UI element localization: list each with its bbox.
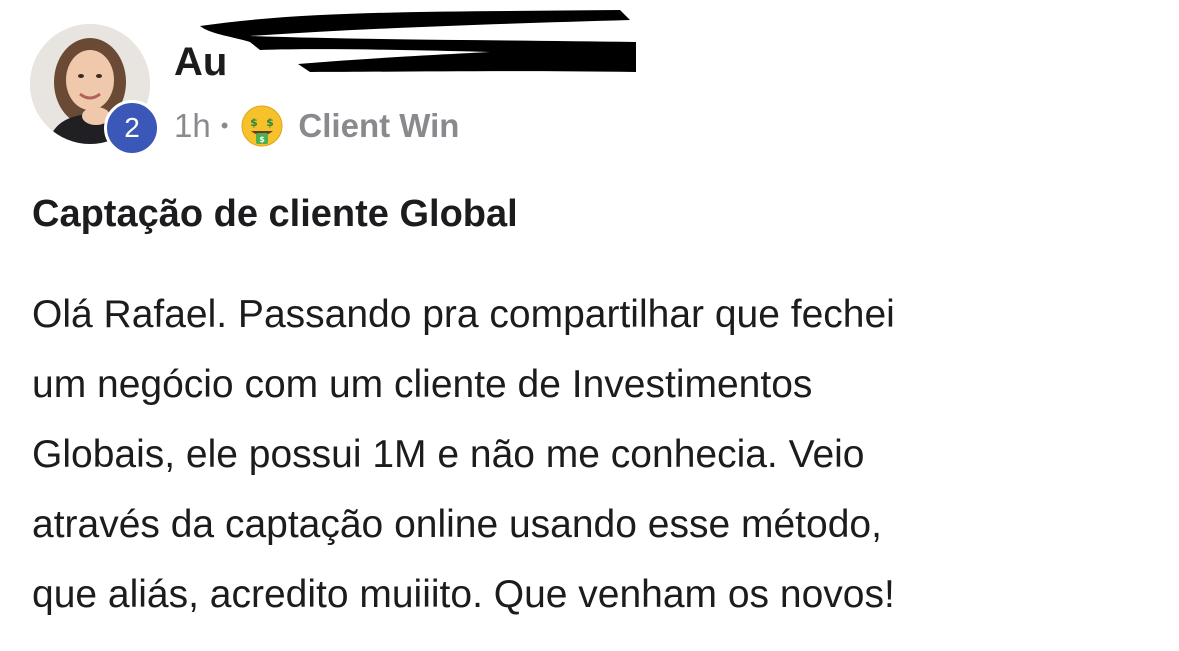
svg-text:$: $	[267, 116, 275, 129]
post-body-line: através da captação online usando esse m…	[32, 503, 882, 546]
post-body-line: que aliás, acredito muiiito. Que venham …	[32, 573, 895, 616]
money-mouth-face-icon: $ $ $	[241, 105, 283, 147]
level-badge: 2	[104, 100, 160, 156]
post-body-line: um negócio com um cliente de Investiment…	[32, 363, 813, 406]
post-title: Captação de cliente Global	[32, 193, 518, 235]
svg-text:$: $	[260, 135, 266, 144]
redaction-scribble	[200, 10, 636, 72]
post-category[interactable]: Client Win	[298, 107, 459, 145]
meta-separator: •	[220, 113, 229, 138]
post-time[interactable]: 1h	[174, 107, 211, 145]
post-body-line: Olá Rafael. Passando pra compartilhar qu…	[32, 293, 895, 336]
post-body-line: Globais, ele possui 1M e não me conhecia…	[32, 433, 865, 476]
post-body: Olá Rafael. Passando pra compartilhar qu…	[32, 280, 1142, 630]
post-meta: 1h • $ $ $ Client Win	[174, 104, 459, 148]
feed-post: 2 Au 1h • $ $ $ Client Win Captação de c…	[0, 0, 1179, 651]
svg-text:$: $	[251, 116, 259, 129]
